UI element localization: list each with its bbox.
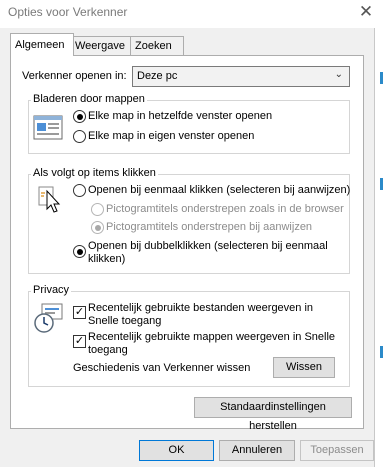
underline-browser-label[interactable]: Pictogramtitels onderstrepen zoals in de… [106,203,344,216]
window-title: Opties voor Verkenner [8,5,128,19]
browse-folders-group [28,100,350,154]
click-items-title: Als volgt op items klikken [31,167,158,180]
radio-double-click[interactable] [73,245,86,258]
radio-underline-browser[interactable] [91,203,104,216]
radio-single-click[interactable] [73,184,86,197]
checkbox-recent-files[interactable]: ✓ [73,306,86,319]
double-click-label-line1[interactable]: Openen bij dubbelklikken (selecteren bij… [88,240,328,253]
single-click-label[interactable]: Openen bij eenmaal klikken (selecteren b… [88,184,350,197]
chevron-down-icon: ⌄ [334,69,343,80]
close-icon[interactable]: ✕ [353,1,379,23]
browse-folders-title: Bladeren door mappen [31,93,147,106]
cursor-click-icon [35,185,65,215]
radio-underline-hover[interactable] [91,221,104,234]
radio-own-window[interactable] [73,130,86,143]
clear-history-label: Geschiedenis van Verkenner wissen [73,362,251,374]
double-click-label-line2[interactable]: klikken) [88,253,125,266]
browse-folders-icon [33,114,65,142]
tab-zoeken[interactable]: Zoeken [130,36,184,55]
cancel-button[interactable]: Annuleren [219,440,295,461]
radio-same-window[interactable] [73,110,86,123]
tab-algemeen[interactable]: Algemeen [10,33,74,56]
privacy-title: Privacy [31,284,72,297]
same-window-label[interactable]: Elke map in hetzelfde venster openen [88,110,272,123]
open-in-value: Deze pc [137,70,178,82]
checkbox-recent-folders[interactable]: ✓ [73,335,86,348]
tab-weergave[interactable]: Weergave [70,36,132,55]
privacy-clock-icon [33,302,65,334]
recent-files-label-line1[interactable]: Recentelijk gebruikte bestanden weergeve… [88,302,313,315]
open-in-dropdown[interactable]: Deze pc ⌄ [132,66,350,87]
background-accent-mark [380,178,383,190]
open-in-label: Verkenner openen in: [22,70,127,82]
restore-defaults-button[interactable]: Standaardinstellingen herstellen [194,397,352,432]
background-window-strip [375,28,384,467]
background-accent-mark [380,72,383,84]
recent-folders-label-line2[interactable]: toegang [88,344,128,357]
recent-files-label-line2[interactable]: Snelle toegang [88,315,161,328]
apply-button[interactable]: Toepassen [300,440,374,461]
own-window-label[interactable]: Elke map in eigen venster openen [88,130,254,143]
ok-button[interactable]: OK [139,440,214,461]
clear-history-button[interactable]: Wissen [273,357,335,378]
recent-folders-label-line1[interactable]: Recentelijk gebruikte mappen weergeven i… [88,331,335,344]
background-accent-mark [380,346,383,358]
underline-hover-label[interactable]: Pictogramtitels onderstrepen bij aanwijz… [106,221,312,234]
